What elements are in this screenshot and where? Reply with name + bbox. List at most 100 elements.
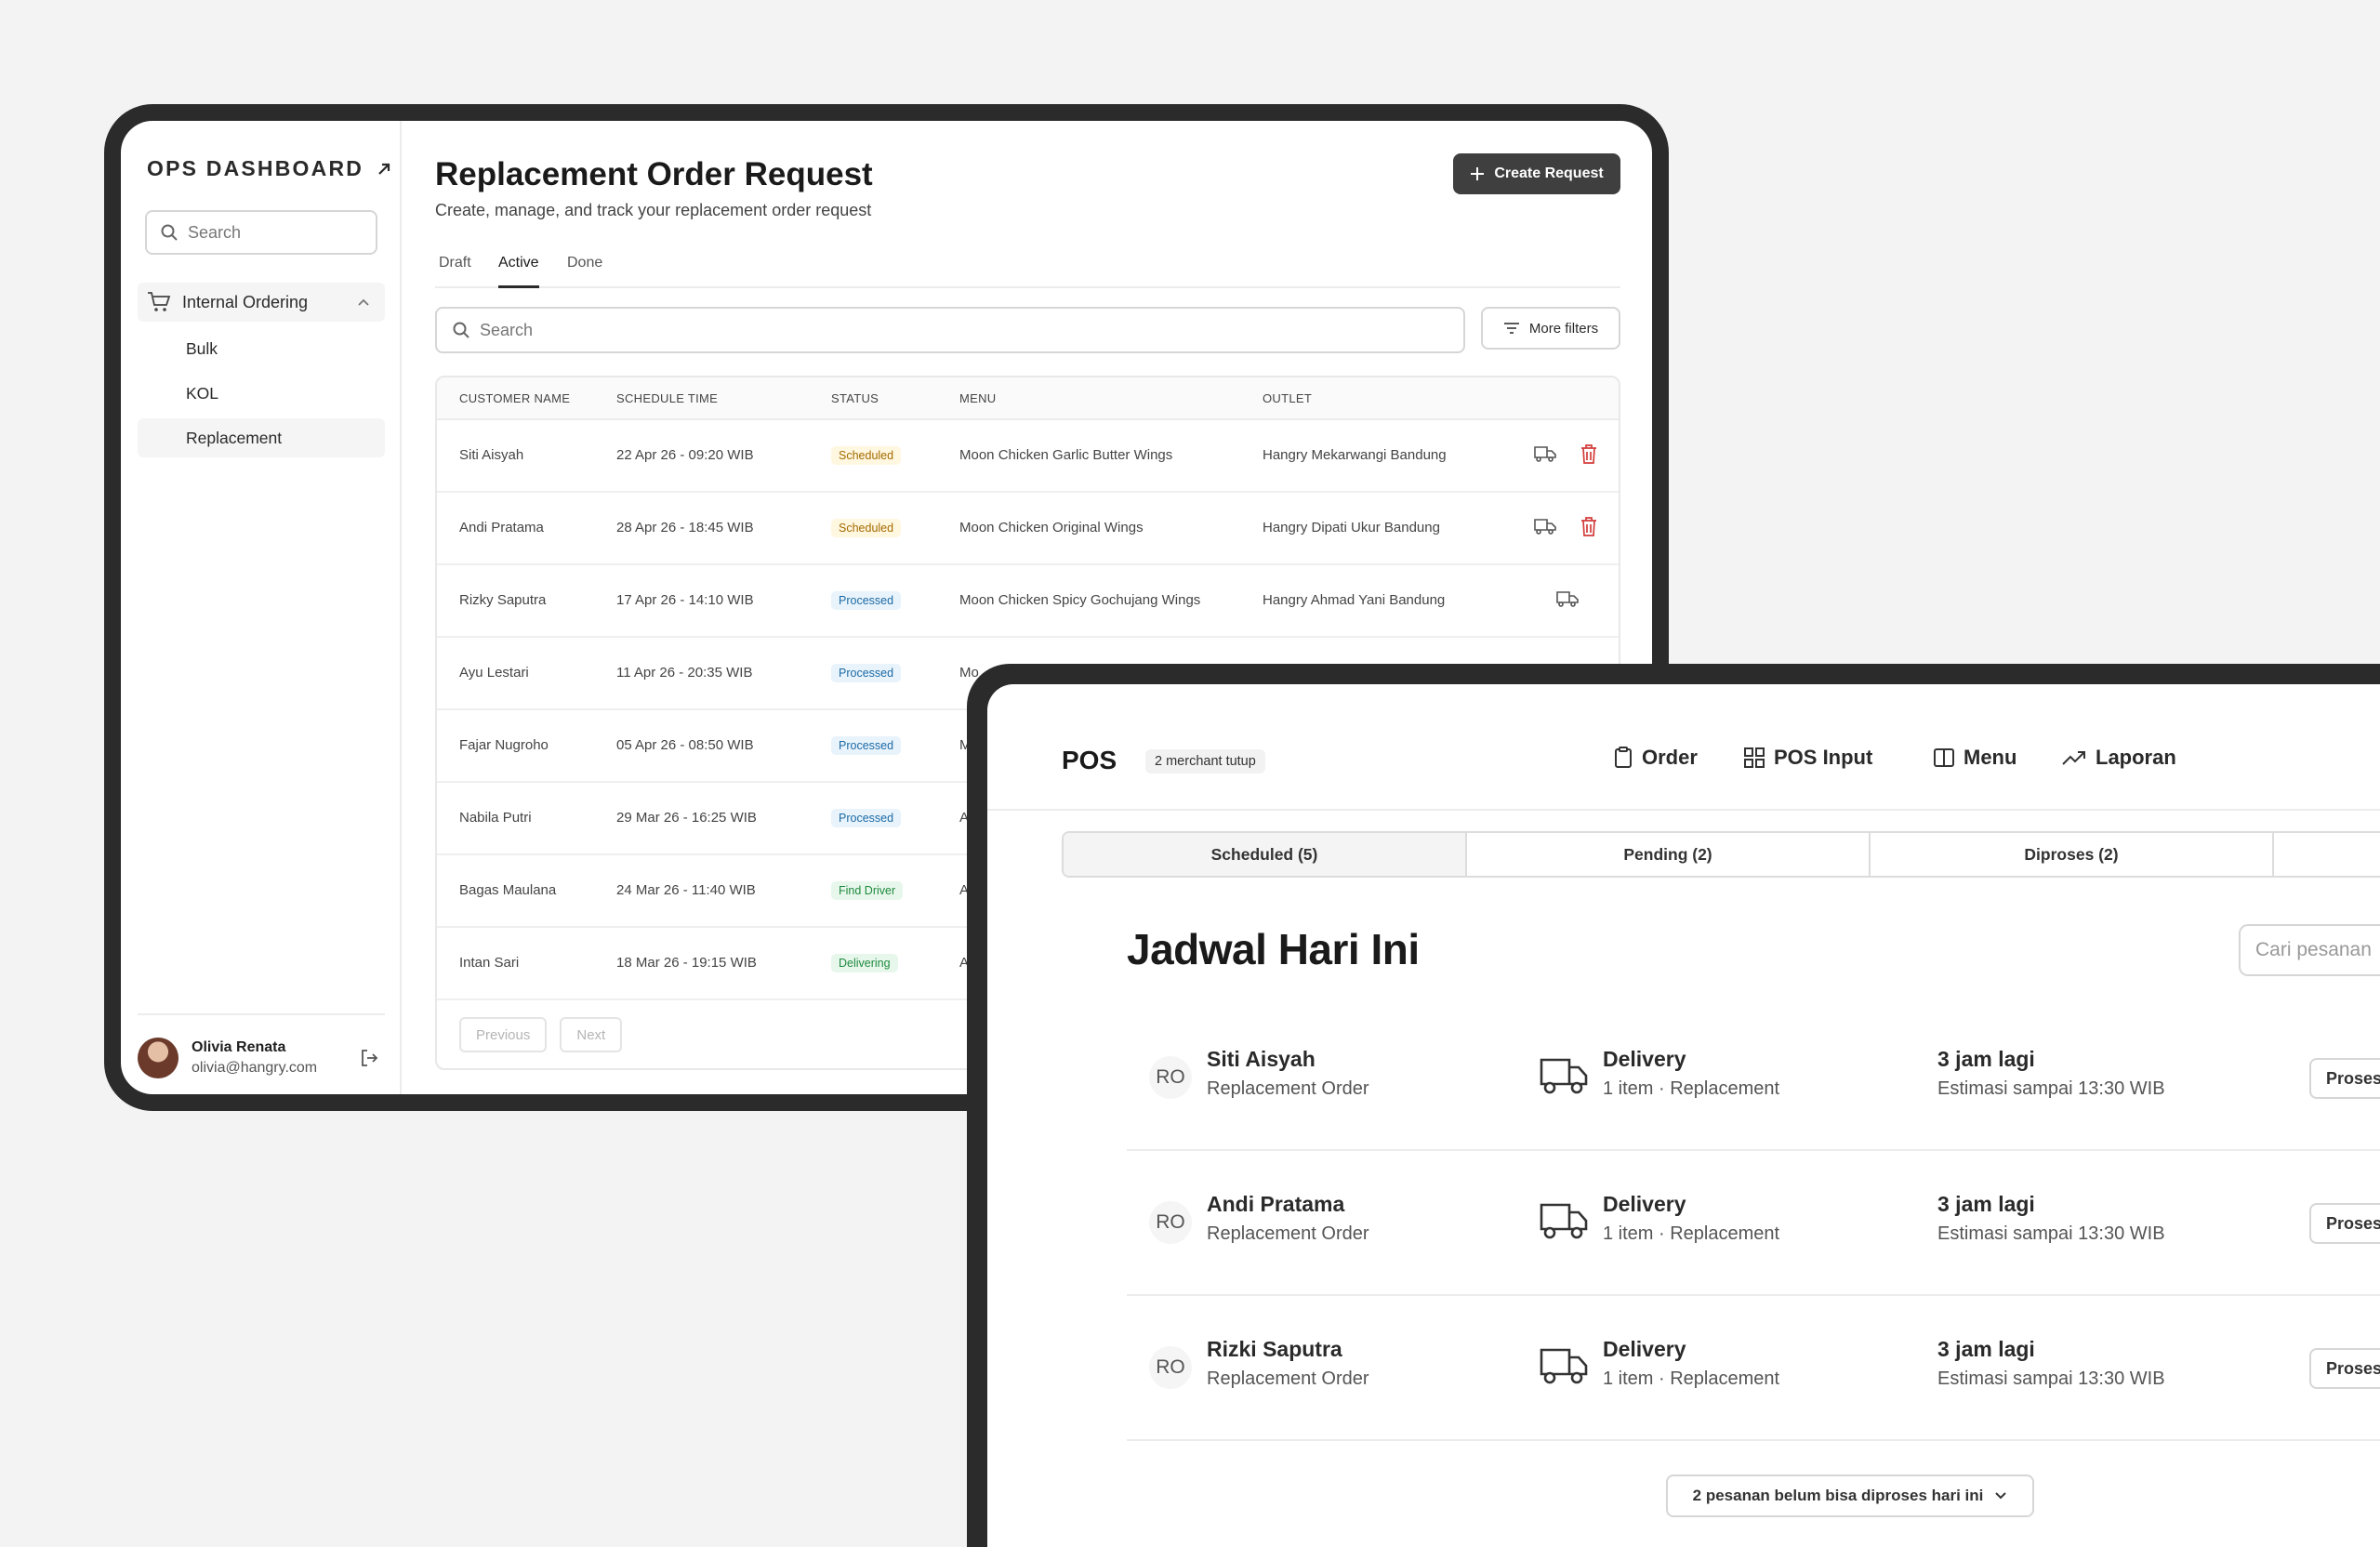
schedule-time: 28 Apr 26 - 18:45 WIB [616, 520, 754, 536]
schedule-time: 17 Apr 26 - 14:10 WIB [616, 592, 754, 608]
avatar[interactable] [138, 1038, 178, 1078]
unprocessable-orders-button[interactable]: 2 pesanan belum bisa diproses hari ini [1666, 1474, 2034, 1517]
sidebar-item-replacement[interactable]: Replacement [138, 418, 385, 457]
delivery-method: Delivery [1603, 1047, 1686, 1071]
column-header[interactable]: CUSTOMER NAME [459, 391, 570, 405]
eta-label: 3 jam lagi [1937, 1337, 2035, 1361]
chevron-down-icon [1994, 1491, 2007, 1501]
delivery-detail: 1 item · Replacement [1603, 1368, 1780, 1389]
order-row[interactable]: RO Siti Aisyah Replacement Order Deliver… [1127, 1006, 2380, 1151]
delivery-detail: 1 item · Replacement [1603, 1078, 1780, 1099]
order-status-segments: Scheduled (5) Pending (2) Diproses (2) [1062, 831, 2380, 878]
next-button[interactable]: Next [560, 1017, 623, 1052]
pos-screen: POS 2 merchant tutup Order POS Input Men… [987, 684, 2380, 1547]
sidebar-item-label: Bulk [186, 338, 218, 358]
order-row[interactable]: RO Andi Pratama Replacement Order Delive… [1127, 1151, 2380, 1296]
order-row[interactable]: RO Rizki Saputra Replacement Order Deliv… [1127, 1296, 2380, 1441]
sidebar-item-label: Replacement [186, 428, 283, 447]
logout-icon[interactable] [359, 1048, 379, 1068]
proses-button[interactable]: Proses [2309, 1348, 2380, 1389]
previous-button[interactable]: Previous [459, 1017, 548, 1052]
table-row[interactable]: Rizky Saputra 17 Apr 26 - 14:10 WIB Proc… [437, 565, 1619, 638]
order-initials: RO [1149, 1201, 1192, 1244]
table-row[interactable]: Andi Pratama 28 Apr 26 - 18:45 WIB Sched… [437, 493, 1619, 565]
pagination: Previous Next [459, 1017, 623, 1052]
proses-button[interactable]: Proses [2309, 1203, 2380, 1244]
tab-done[interactable]: Done [567, 242, 602, 288]
customer-name: Rizky Saputra [459, 592, 547, 608]
ops-brand[interactable]: OPS DASHBOARD [147, 156, 391, 181]
trend-icon [2062, 749, 2086, 766]
sidebar-search-placeholder: Search [188, 222, 242, 242]
status-badge: Processed [831, 736, 902, 755]
tab-draft[interactable]: Draft [439, 242, 471, 288]
sidebar-group-internal-ordering[interactable]: Internal Ordering [138, 283, 385, 322]
column-header[interactable]: MENU [959, 391, 996, 405]
customer-name: Andi Pratama [1207, 1192, 1345, 1216]
order-initials: RO [1149, 1346, 1192, 1389]
outlet-name: Hangry Mekarwangi Bandung [1263, 447, 1447, 463]
truck-icon [1540, 1054, 1588, 1095]
schedule-time: 11 Apr 26 - 20:35 WIB [616, 665, 753, 681]
brand-label: OPS DASHBOARD [147, 156, 364, 180]
status-badge: Processed [831, 809, 902, 827]
merchant-status-badge: 2 merchant tutup [1145, 749, 1265, 774]
more-filters-label: More filters [1528, 320, 1599, 337]
create-request-button[interactable]: Create Request [1453, 153, 1620, 194]
nav-pos-input[interactable]: POS Input [1744, 746, 1872, 770]
truck-icon[interactable] [1556, 589, 1579, 608]
proses-button[interactable]: Proses [2309, 1058, 2380, 1099]
trash-icon[interactable] [1580, 444, 1597, 465]
nav-menu[interactable]: Menu [1934, 746, 2016, 770]
clipboard-icon [1614, 747, 1633, 769]
status-badge: Processed [831, 664, 902, 682]
schedule-time: 05 Apr 26 - 08:50 WIB [616, 737, 754, 753]
trash-icon[interactable] [1580, 517, 1597, 537]
column-header[interactable]: SCHEDULE TIME [616, 391, 718, 405]
segment-scheduled[interactable]: Scheduled (5) [1064, 833, 1467, 876]
table-row[interactable]: Siti Aisyah 22 Apr 26 - 09:20 WIB Schedu… [437, 420, 1619, 493]
menu-name: Mo [959, 665, 979, 681]
segment-pending[interactable]: Pending (2) [1467, 833, 1871, 876]
status-badge: Scheduled [831, 446, 902, 465]
customer-name: Nabila Putri [459, 810, 532, 826]
create-request-label: Create Request [1494, 165, 1604, 181]
order-search-input[interactable]: Cari pesanan [2239, 924, 2380, 976]
tab-active[interactable]: Active [498, 242, 539, 288]
table-header: CUSTOMER NAME SCHEDULE TIME STATUS MENU … [437, 377, 1619, 420]
pos-title: POS [1062, 746, 1117, 774]
delivery-detail: 1 item · Replacement [1603, 1223, 1780, 1244]
search-icon [452, 321, 470, 339]
chevron-up-icon [357, 298, 370, 307]
cart-icon [147, 291, 171, 313]
order-type: Replacement Order [1207, 1223, 1369, 1244]
table-search-input[interactable]: Search [435, 307, 1465, 353]
truck-icon[interactable] [1534, 444, 1556, 463]
sidebar-search-input[interactable]: Search [145, 210, 377, 255]
order-type: Replacement Order [1207, 1078, 1369, 1099]
segment-more[interactable] [2274, 833, 2380, 876]
eta-label: 3 jam lagi [1937, 1192, 2035, 1216]
pos-tablet-frame: POS 2 merchant tutup Order POS Input Men… [967, 664, 2380, 1547]
grid-icon [1744, 747, 1765, 768]
eta-detail: Estimasi sampai 13:30 WIB [1937, 1223, 2165, 1244]
nav-laporan[interactable]: Laporan [2062, 746, 2176, 770]
more-filters-button[interactable]: More filters [1481, 307, 1620, 350]
user-profile: Olivia Renata olivia@hangry.com [138, 1013, 385, 1078]
nav-label: Menu [1964, 746, 2017, 769]
sidebar-item-bulk[interactable]: Bulk [138, 329, 385, 368]
customer-name: Rizki Saputra [1207, 1337, 1342, 1361]
customer-name: Siti Aisyah [1207, 1047, 1316, 1071]
sidebar-item-label: KOL [186, 383, 219, 403]
customer-name: Intan Sari [459, 955, 520, 971]
nav-label: POS Input [1774, 746, 1873, 769]
menu-name: Moon Chicken Garlic Butter Wings [959, 447, 1173, 463]
menu-name: Moon Chicken Spicy Gochujang Wings [959, 592, 1201, 608]
nav-label: Laporan [2096, 746, 2176, 769]
nav-order[interactable]: Order [1614, 746, 1698, 770]
sidebar-item-kol[interactable]: KOL [138, 374, 385, 413]
truck-icon[interactable] [1534, 517, 1556, 536]
column-header[interactable]: OUTLET [1263, 391, 1312, 405]
segment-diproses[interactable]: Diproses (2) [1871, 833, 2274, 876]
column-header[interactable]: STATUS [831, 391, 879, 405]
